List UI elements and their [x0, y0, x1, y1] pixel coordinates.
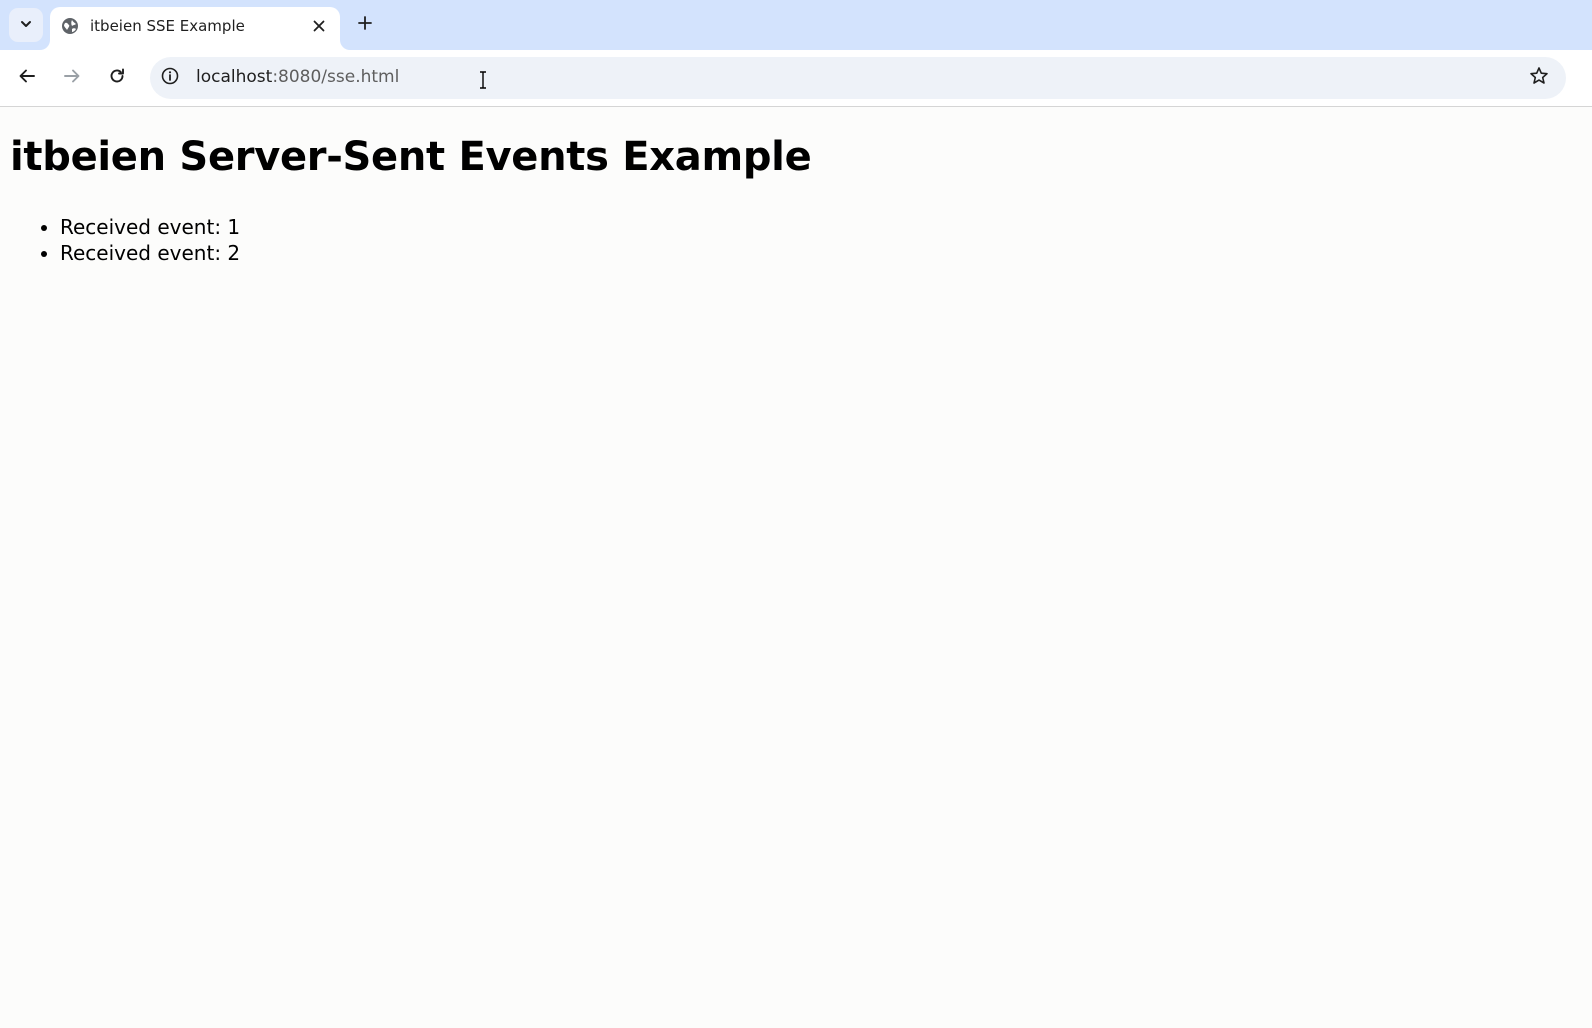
globe-icon: [61, 17, 79, 35]
browser-toolbar: localhost:8080/sse.html: [0, 50, 1592, 107]
page-content: itbeien Server-Sent Events Example Recei…: [0, 107, 1592, 1028]
bookmark-button[interactable]: [1524, 63, 1554, 93]
event-list: Received event: 1 Received event: 2: [60, 214, 240, 266]
site-info-button[interactable]: [155, 63, 185, 93]
text-cursor-icon: [478, 71, 488, 89]
list-item: Received event: 1: [60, 214, 240, 240]
chevron-down-icon: [19, 16, 33, 35]
page-title: itbeien Server-Sent Events Example: [10, 134, 812, 180]
url-host: localhost: [196, 67, 273, 87]
tab-title: itbeien SSE Example: [90, 17, 245, 35]
new-tab-button[interactable]: [350, 10, 380, 40]
arrow-left-icon: [18, 67, 36, 89]
tab-strip: itbeien SSE Example: [0, 0, 1592, 50]
url-text[interactable]: localhost:8080/sse.html: [196, 67, 399, 87]
plus-icon: [357, 15, 373, 35]
info-icon: [161, 67, 179, 89]
close-icon[interactable]: [308, 15, 330, 37]
tab-search-button[interactable]: [9, 8, 43, 42]
tab-active[interactable]: itbeien SSE Example: [50, 7, 340, 50]
reload-button[interactable]: [100, 61, 134, 95]
forward-button[interactable]: [55, 61, 89, 95]
url-path: :8080/sse.html: [272, 67, 400, 87]
address-bar[interactable]: localhost:8080/sse.html: [150, 57, 1566, 99]
arrow-right-icon: [63, 67, 81, 89]
back-button[interactable]: [10, 61, 44, 95]
star-icon: [1529, 66, 1549, 90]
reload-icon: [108, 67, 126, 89]
list-item: Received event: 2: [60, 240, 240, 266]
